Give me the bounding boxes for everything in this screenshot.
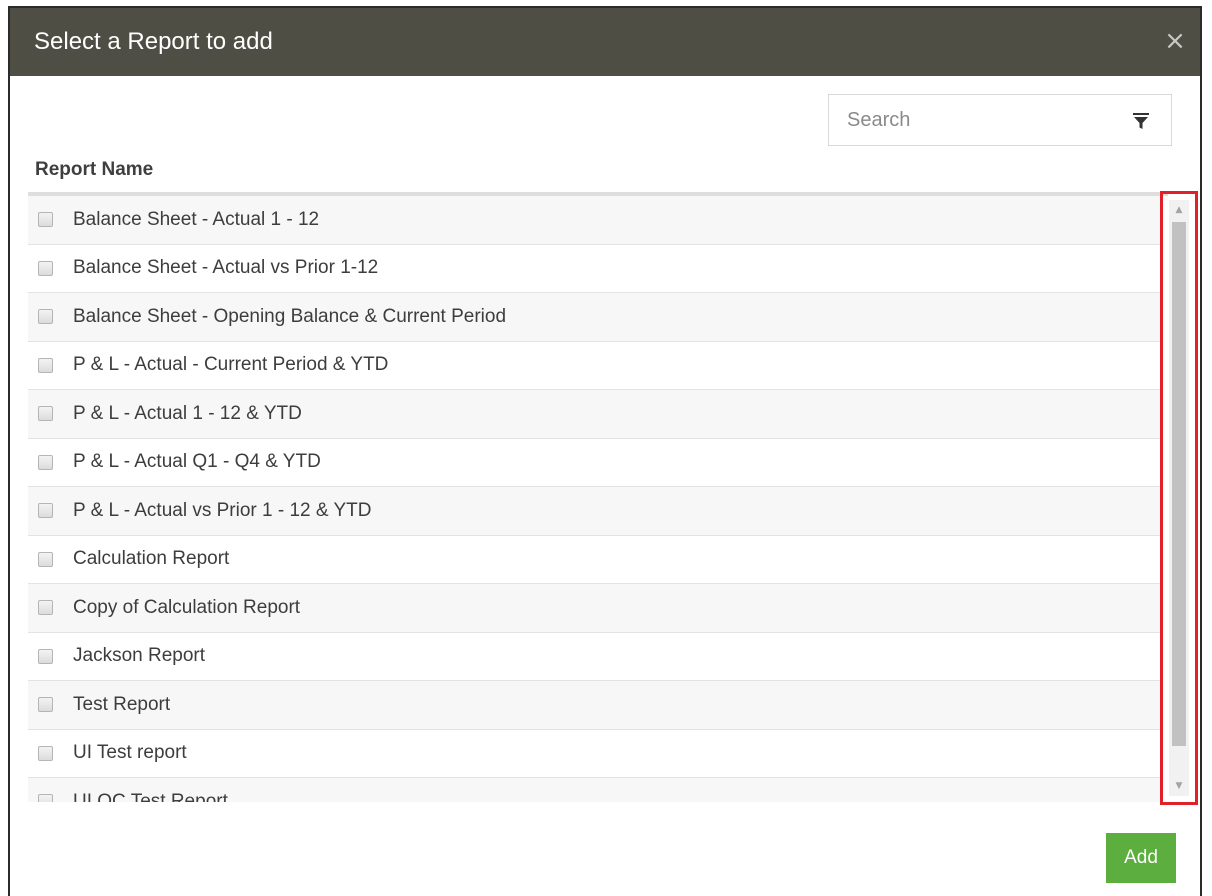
report-checkbox[interactable] — [38, 551, 53, 567]
report-name-label: P & L - Actual - Current Period & YTD — [73, 354, 389, 376]
report-checkbox[interactable] — [38, 212, 53, 228]
report-checkbox[interactable] — [38, 503, 53, 519]
select-report-dialog: Select a Report to add × Report Name Bal… — [8, 6, 1202, 896]
report-checkbox[interactable] — [38, 357, 53, 373]
report-row[interactable]: Jackson Report — [28, 632, 1160, 681]
list-scrollbar[interactable]: ▲ ▼ — [1169, 200, 1189, 796]
column-header-report-name[interactable]: Report Name — [35, 159, 153, 181]
report-checkbox[interactable] — [38, 794, 53, 802]
report-name-label: Calculation Report — [73, 548, 230, 570]
report-row[interactable]: Balance Sheet - Actual 1 - 12 — [28, 196, 1160, 245]
search-box[interactable] — [828, 94, 1172, 146]
report-row[interactable]: Copy of Calculation Report — [28, 584, 1160, 633]
report-checkbox[interactable] — [38, 454, 53, 470]
report-name-label: UI Test report — [73, 742, 187, 764]
report-list: Balance Sheet - Actual 1 - 12 Balance She… — [28, 196, 1160, 802]
scroll-down-arrow-icon[interactable]: ▼ — [1169, 778, 1189, 794]
report-checkbox[interactable] — [38, 309, 53, 325]
scrollbar-thumb[interactable] — [1172, 222, 1186, 746]
scroll-up-arrow-icon[interactable]: ▲ — [1169, 202, 1189, 218]
report-name-label: Copy of Calculation Report — [73, 596, 301, 618]
report-name-label: Balance Sheet - Actual 1 - 12 — [73, 208, 320, 230]
filter-icon[interactable] — [1131, 111, 1151, 131]
report-name-label: Jackson Report — [73, 645, 206, 667]
report-name-label: P & L - Actual vs Prior 1 - 12 & YTD — [73, 499, 372, 521]
report-row[interactable]: UI Test report — [28, 729, 1160, 778]
report-name-label: P & L - Actual 1 - 12 & YTD — [73, 402, 302, 424]
dialog-title: Select a Report to add — [34, 28, 273, 55]
report-checkbox[interactable] — [38, 260, 53, 276]
report-checkbox[interactable] — [38, 406, 53, 422]
report-checkbox[interactable] — [38, 648, 53, 664]
report-row[interactable]: Balance Sheet - Actual vs Prior 1-12 — [28, 244, 1160, 293]
close-icon[interactable]: × — [1162, 28, 1188, 54]
report-name-label: P & L - Actual Q1 - Q4 & YTD — [73, 451, 321, 473]
report-row[interactable]: P & L - Actual Q1 - Q4 & YTD — [28, 438, 1160, 487]
report-row[interactable]: Test Report — [28, 681, 1160, 730]
dialog-header: Select a Report to add × — [10, 8, 1200, 76]
report-row[interactable]: P & L - Actual - Current Period & YTD — [28, 341, 1160, 390]
report-row[interactable]: UI QC Test Report — [28, 778, 1160, 802]
report-row[interactable]: Balance Sheet - Opening Balance & Curren… — [28, 293, 1160, 342]
report-row[interactable]: P & L - Actual vs Prior 1 - 12 & YTD — [28, 487, 1160, 536]
report-name-label: UI QC Test Report — [73, 790, 228, 802]
search-input[interactable] — [847, 107, 1107, 133]
report-checkbox[interactable] — [38, 745, 53, 761]
report-row[interactable]: P & L - Actual 1 - 12 & YTD — [28, 390, 1160, 439]
report-checkbox[interactable] — [38, 600, 53, 616]
add-button[interactable]: Add — [1106, 833, 1176, 883]
report-row[interactable]: Calculation Report — [28, 535, 1160, 584]
report-checkbox[interactable] — [38, 697, 53, 713]
report-name-label: Test Report — [73, 693, 171, 715]
report-name-label: Balance Sheet - Opening Balance & Curren… — [73, 305, 507, 327]
report-name-label: Balance Sheet - Actual vs Prior 1-12 — [73, 257, 379, 279]
